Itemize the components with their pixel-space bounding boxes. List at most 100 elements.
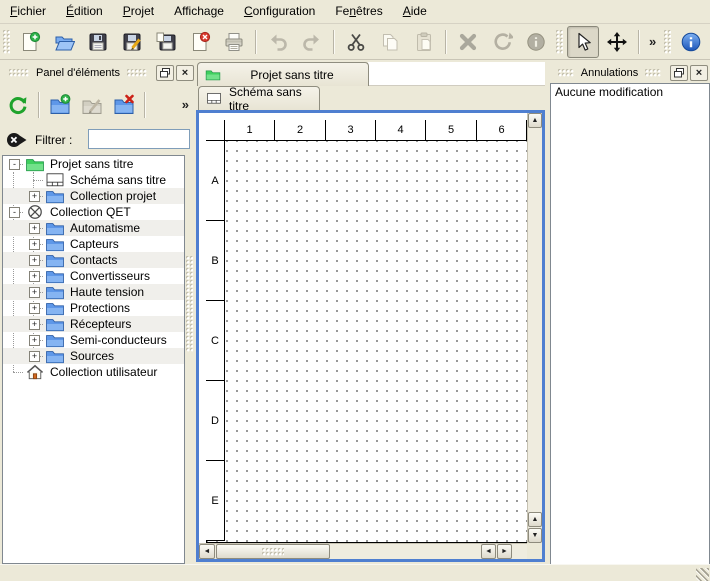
clear-filter-icon[interactable] — [6, 131, 28, 149]
delete-category-button[interactable] — [109, 90, 139, 120]
tab-schema-sans-titre[interactable]: Schéma sans titre — [198, 86, 320, 110]
undo-list-item-0[interactable]: Aucune modification — [551, 84, 709, 100]
tree-expand-plus[interactable]: + — [29, 191, 40, 202]
tabbar-empty-area — [368, 62, 545, 86]
rotate-button[interactable] — [486, 26, 518, 58]
tree-item-label: Semi-conducteurs — [70, 333, 167, 347]
scroll-left-button-2[interactable]: ◄ — [481, 544, 496, 559]
close-file-button[interactable] — [184, 26, 216, 58]
menu-aide[interactable]: Aide — [393, 0, 437, 21]
tree-expand-plus[interactable]: + — [29, 239, 40, 250]
open-button[interactable] — [48, 26, 80, 58]
tree-item-6[interactable]: +Contacts — [3, 252, 184, 268]
dock-grip — [558, 69, 574, 77]
tree-item-5[interactable]: + Capteurs — [3, 236, 184, 252]
row-header-B: B — [206, 221, 225, 301]
paste-button[interactable] — [408, 26, 440, 58]
menu-configuration[interactable]: Configuration — [234, 0, 325, 21]
elements-tree[interactable]: -Projet sans titreSchéma sans titre+Coll… — [2, 155, 185, 564]
filter-input[interactable] — [88, 129, 190, 149]
tree-expand-minus[interactable]: - — [9, 159, 20, 170]
menu-edition[interactable]: Édition — [56, 0, 113, 21]
vertical-scrollbar[interactable]: ▲ ▲ ▼ — [527, 113, 542, 543]
tree-item-2[interactable]: +Collection projet — [3, 188, 184, 204]
toolbar-overflow-button[interactable]: » — [644, 27, 661, 57]
tree-expand-plus[interactable]: + — [29, 271, 40, 282]
tree-item-label: Projet sans titre — [50, 157, 133, 171]
tree-expand-plus[interactable]: + — [29, 351, 40, 362]
tree-item-13[interactable]: Collection utilisateur — [3, 364, 184, 380]
about-button[interactable] — [675, 26, 707, 58]
print-button[interactable] — [218, 26, 250, 58]
tree-item-label: Collection QET — [50, 205, 131, 219]
column-header-2: 2 — [275, 120, 326, 141]
tree-item-7[interactable]: +Convertisseurs — [3, 268, 184, 284]
menu-affichage[interactable]: Affichage — [164, 0, 234, 21]
float-panel-button[interactable] — [670, 65, 688, 81]
save-button[interactable] — [82, 26, 114, 58]
tree-expand-plus[interactable]: + — [29, 223, 40, 234]
tree-expand-plus[interactable]: + — [29, 287, 40, 298]
edit-category-button[interactable] — [77, 90, 107, 120]
tree-expand-plus[interactable]: + — [29, 303, 40, 314]
save-as-button[interactable] — [116, 26, 148, 58]
menu-fichier[interactable]: Fichier — [0, 0, 56, 21]
tree-item-4[interactable]: +Automatisme — [3, 220, 184, 236]
scroll-down-button[interactable]: ▼ — [528, 528, 542, 543]
menu-fenetres[interactable]: Fenêtres — [325, 0, 392, 21]
window-resize-grip[interactable] — [696, 568, 709, 581]
tree-item-0[interactable]: - Projet sans titre — [3, 156, 184, 172]
tree-expand-minus[interactable]: - — [9, 207, 20, 218]
pan-mode-button[interactable] — [601, 26, 633, 58]
close-panel-button[interactable]: × — [176, 65, 194, 81]
element-info-button[interactable] — [520, 26, 552, 58]
column-header-1: 1 — [225, 120, 275, 141]
scroll-right-button[interactable]: ► — [497, 544, 512, 559]
scroll-up-button-2[interactable]: ▲ — [528, 512, 542, 527]
tab-projet-sans-titre[interactable]: Projet sans titre — [197, 62, 369, 86]
tree-item-3[interactable]: - Collection QET — [3, 204, 184, 220]
tree-item-12[interactable]: +Sources — [3, 348, 184, 364]
filter-label: Filtrer : — [35, 133, 72, 147]
splitter-handle[interactable] — [186, 256, 193, 352]
scroll-up-button[interactable]: ▲ — [528, 113, 542, 128]
tree-expand-plus[interactable]: + — [29, 335, 40, 346]
float-panel-button[interactable] — [156, 65, 174, 81]
column-header-6: 6 — [477, 120, 527, 141]
tree-item-9[interactable]: +Protections — [3, 300, 184, 316]
undo-history-list[interactable]: Aucune modification — [550, 83, 710, 565]
new-category-button[interactable] — [45, 90, 75, 120]
schema-icon — [45, 172, 66, 188]
tree-item-8[interactable]: +Haute tension — [3, 284, 184, 300]
folder-green-icon — [25, 156, 46, 172]
horizontal-scroll-thumb[interactable] — [216, 544, 330, 559]
undo-panel-titlebar: Annulations × — [551, 63, 708, 82]
cut-button[interactable] — [340, 26, 372, 58]
close-panel-button[interactable]: × — [690, 65, 708, 81]
dock-grip — [645, 69, 661, 77]
horizontal-scrollbar[interactable]: ◄ ◄ ► — [199, 543, 527, 559]
scroll-left-button[interactable]: ◄ — [199, 544, 215, 559]
toolbar-drag-handle[interactable] — [556, 30, 563, 54]
row-header-E: E — [206, 461, 225, 541]
tree-expand-plus[interactable]: + — [29, 255, 40, 266]
tree-item-10[interactable]: +Récepteurs — [3, 316, 184, 332]
tree-item-label: Capteurs — [70, 237, 119, 251]
copy-button[interactable] — [374, 26, 406, 58]
schema-canvas[interactable]: 123456ABCDE — [199, 113, 527, 543]
redo-button[interactable] — [296, 26, 328, 58]
toolbar-drag-handle[interactable] — [3, 30, 10, 54]
select-mode-button[interactable] — [567, 26, 599, 58]
new-project-button[interactable] — [14, 26, 46, 58]
panel-overflow-button[interactable]: » — [177, 90, 194, 120]
tree-item-11[interactable]: + Semi-conducteurs — [3, 332, 184, 348]
save-all-button[interactable] — [150, 26, 182, 58]
reload-collections-button[interactable] — [3, 90, 33, 120]
tree-expand-plus[interactable]: + — [29, 319, 40, 330]
menu-projet[interactable]: Projet — [113, 0, 164, 21]
toolbar-drag-handle[interactable] — [664, 30, 671, 54]
tree-item-1[interactable]: Schéma sans titre — [3, 172, 184, 188]
delete-button[interactable] — [452, 26, 484, 58]
folder-blue-icon — [45, 188, 66, 204]
undo-button[interactable] — [262, 26, 294, 58]
